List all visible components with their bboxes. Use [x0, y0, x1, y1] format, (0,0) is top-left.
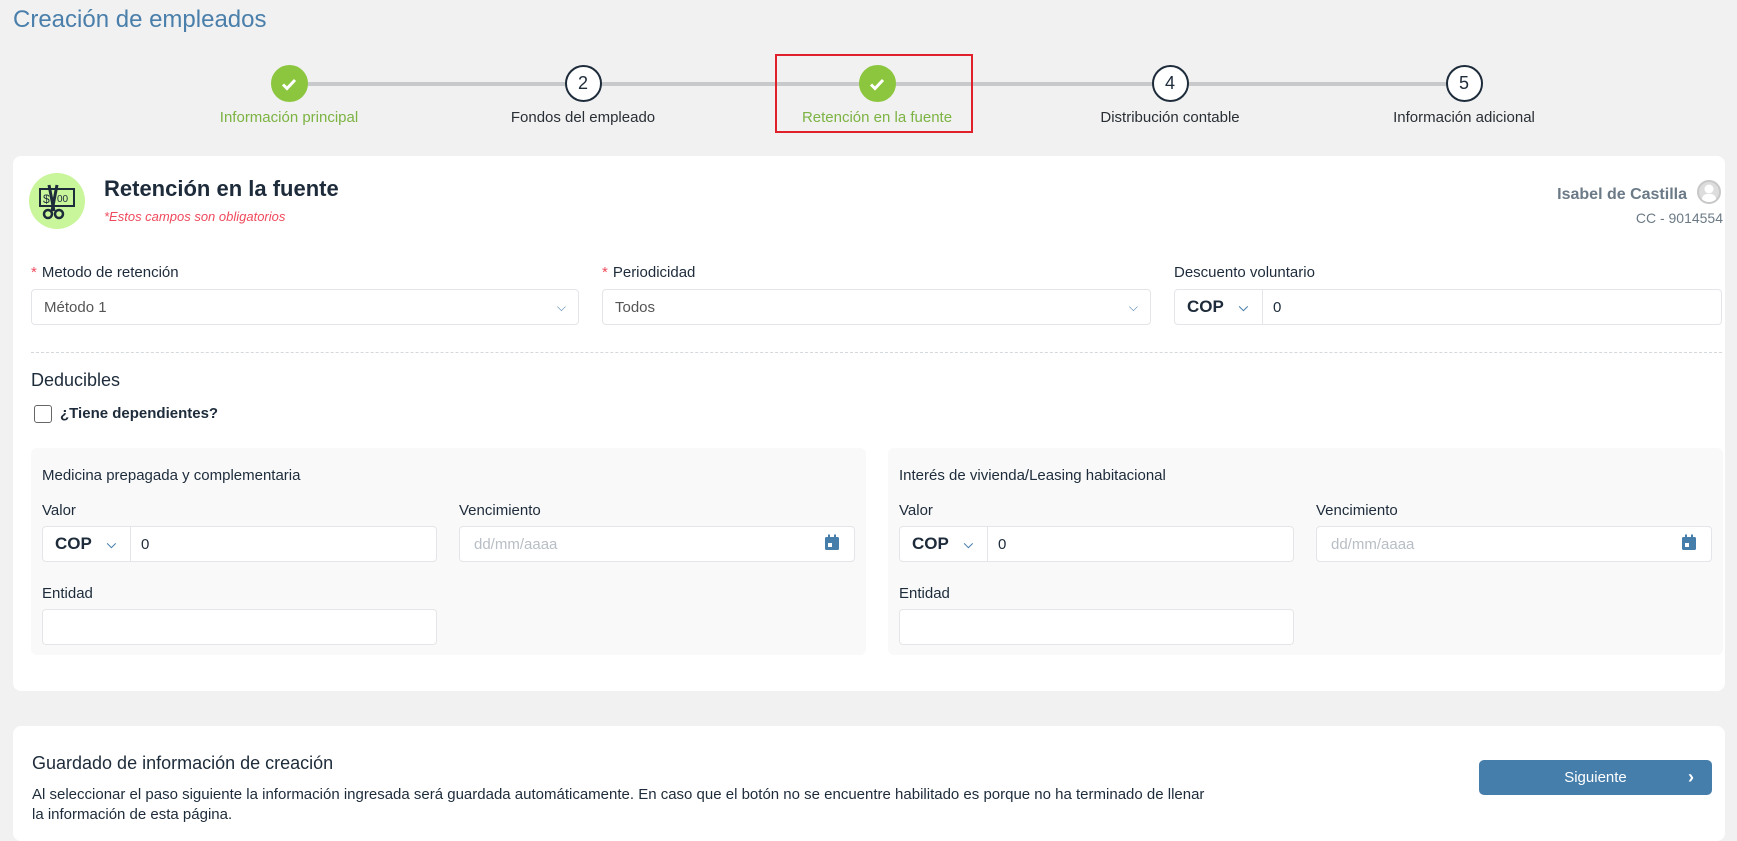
date-placeholder: dd/mm/aaaa — [474, 535, 558, 553]
next-button[interactable]: Siguiente › — [1479, 760, 1712, 795]
step-number: 4 — [1151, 65, 1189, 102]
chevron-right-icon: › — [1688, 767, 1694, 787]
currency-select[interactable]: COP ⌵ — [900, 527, 988, 561]
currency-select[interactable]: COP ⌵ — [1175, 290, 1263, 324]
deducible-panel-2: Interés de vivienda/Leasing habitacional… — [888, 448, 1723, 655]
svg-text:00: 00 — [57, 194, 69, 205]
chevron-down-icon: ⌵ — [556, 299, 566, 314]
descuento-label: Descuento voluntario — [1174, 264, 1315, 281]
entidad-input[interactable] — [42, 609, 437, 645]
panel-title: Medicina prepagada y complementaria — [42, 467, 301, 484]
user-name: Isabel de Castilla — [1557, 186, 1687, 203]
svg-text:$: $ — [43, 192, 50, 206]
money-scissors-icon: $00 — [29, 173, 85, 229]
periodicidad-label-text: Periodicidad — [612, 264, 696, 281]
page-title: Creación de empleados — [13, 6, 267, 33]
valor-label: Valor — [42, 502, 76, 519]
metodo-label-text: Metodo de retención — [41, 264, 179, 281]
valor-input-group: COP ⌵ 0 — [42, 526, 437, 562]
chevron-down-icon: ⌵ — [1128, 299, 1138, 314]
save-description: Al seleccionar el paso siguiente la info… — [32, 786, 1205, 823]
step-2[interactable]: 2 Fondos del empleado — [463, 65, 703, 126]
dependientes-label: ¿Tiene dependientes? — [60, 405, 219, 422]
currency-value: COP — [912, 534, 949, 553]
entidad-label: Entidad — [899, 585, 950, 602]
vencimiento-input[interactable]: dd/mm/aaaa — [459, 526, 855, 562]
user-id: CC - 9014554 — [1635, 210, 1723, 226]
entidad-input[interactable] — [899, 609, 1294, 645]
vencimiento-input[interactable]: dd/mm/aaaa — [1316, 526, 1712, 562]
step-5[interactable]: 5 Información adicional — [1344, 65, 1584, 126]
currency-value: COP — [1187, 297, 1224, 316]
user-avatar-icon — [1697, 180, 1721, 204]
valor-input-group: COP ⌵ 0 — [899, 526, 1294, 562]
step-1[interactable]: Información principal — [169, 65, 409, 126]
periodicidad-label: * Periodicidad — [602, 264, 696, 281]
next-button-label: Siguiente — [1564, 769, 1627, 786]
deducibles-title: Deducibles — [31, 370, 121, 390]
required-note: *Estos campos son obligatorios — [104, 209, 286, 224]
chevron-down-icon: ⌵ — [1238, 299, 1248, 314]
step-label: Distribución contable — [1100, 109, 1240, 126]
date-placeholder: dd/mm/aaaa — [1331, 535, 1415, 553]
dependientes-checkbox[interactable] — [34, 405, 52, 423]
step-label: Información principal — [219, 109, 359, 126]
save-title: Guardado de información de creación — [32, 753, 334, 773]
entidad-label: Entidad — [42, 585, 93, 602]
divider — [31, 352, 1722, 353]
section-title: Retención en la fuente — [104, 176, 339, 201]
periodicidad-select[interactable]: Todos ⌵ — [602, 289, 1151, 325]
periodicidad-value: Todos — [615, 298, 656, 316]
step-number: 2 — [564, 65, 602, 102]
chevron-down-icon: ⌵ — [106, 536, 116, 551]
currency-select[interactable]: COP ⌵ — [43, 527, 131, 561]
vencimiento-label: Vencimiento — [1316, 502, 1398, 519]
deducible-panel-1: Medicina prepagada y complementaria Valo… — [31, 448, 866, 655]
valor-input[interactable]: 0 — [988, 536, 1006, 553]
check-icon — [270, 65, 308, 102]
current-step-highlight — [775, 54, 973, 133]
metodo-select[interactable]: Método 1 ⌵ — [31, 289, 579, 325]
descuento-input[interactable]: 0 — [1263, 299, 1281, 316]
currency-value: COP — [55, 534, 92, 553]
vencimiento-label: Vencimiento — [459, 502, 541, 519]
metodo-value: Método 1 — [44, 298, 107, 316]
calendar-icon[interactable] — [824, 534, 840, 555]
step-label: Información adicional — [1393, 109, 1535, 126]
valor-input[interactable]: 0 — [131, 536, 149, 553]
step-number: 5 — [1445, 65, 1483, 102]
chevron-down-icon: ⌵ — [963, 536, 973, 551]
panel-title: Interés de vivienda/Leasing habitacional — [899, 467, 1166, 484]
calendar-icon[interactable] — [1681, 534, 1697, 555]
metodo-label: * Metodo de retención — [31, 264, 179, 281]
descuento-input-group: COP ⌵ 0 — [1174, 289, 1722, 325]
valor-label: Valor — [899, 502, 933, 519]
step-label: Fondos del empleado — [510, 109, 656, 126]
step-4[interactable]: 4 Distribución contable — [1050, 65, 1290, 126]
